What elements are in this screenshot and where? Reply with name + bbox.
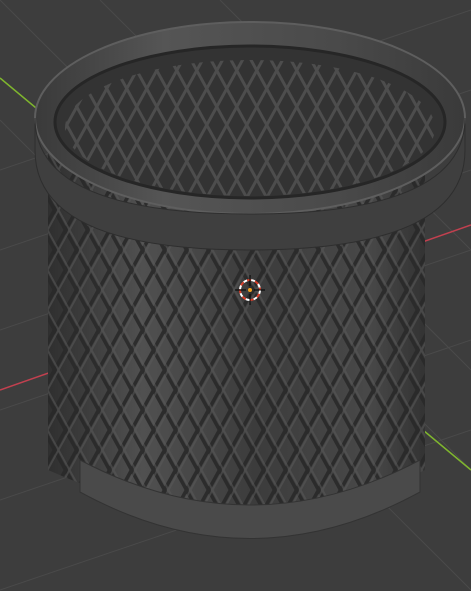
3d-viewport[interactable] (0, 0, 471, 591)
lattice-bar (0, 40, 14, 210)
lattice-bar (460, 140, 471, 560)
lattice-bar (456, 140, 471, 560)
lattice-bar (0, 40, 14, 210)
lattice-bar (0, 140, 5, 560)
lattice-bar (0, 140, 31, 560)
lattice-bar (0, 140, 5, 560)
viewport-canvas[interactable] (0, 0, 471, 591)
lattice-bar (456, 140, 471, 560)
lattice-bar (0, 140, 27, 560)
wastebasket-mesh[interactable] (0, 21, 471, 560)
lattice-bar (460, 140, 471, 560)
lattice-bar (0, 140, 27, 560)
lattice-bar (0, 140, 31, 560)
